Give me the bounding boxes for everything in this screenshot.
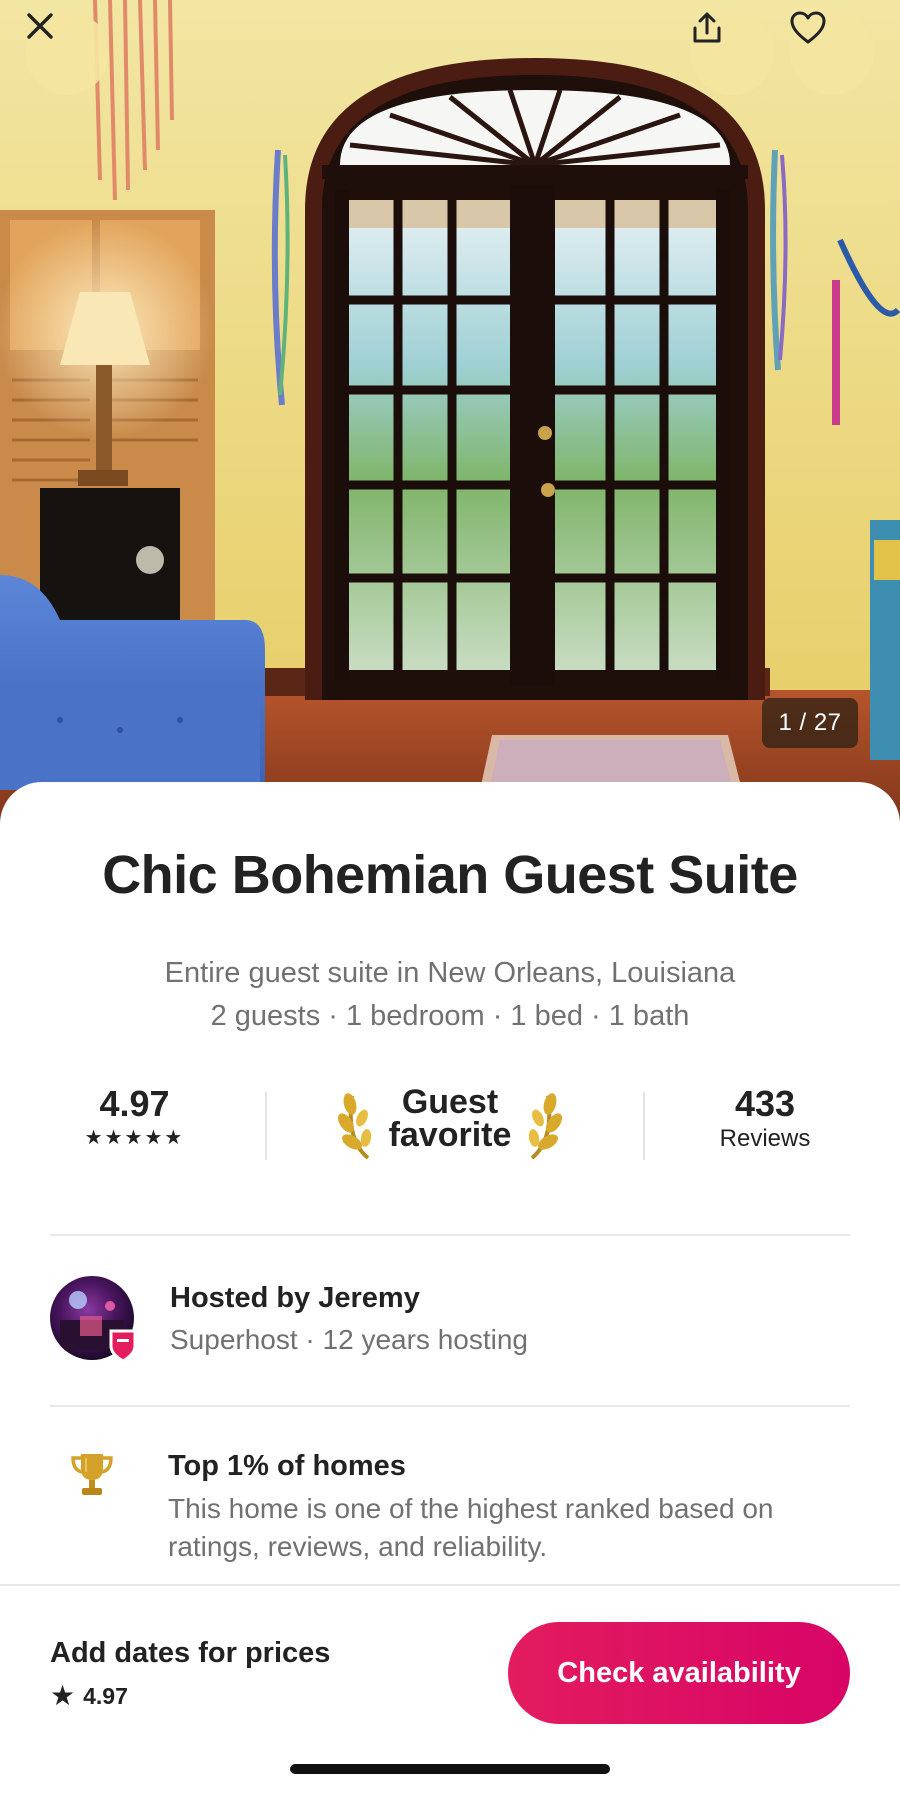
listing-location: Entire guest suite in New Orleans, Louis… — [164, 957, 736, 989]
host-name: Hosted by Jeremy — [170, 1282, 420, 1314]
guest-favorite-line1: Guest — [401, 1083, 499, 1121]
rating-stat[interactable]: 4.97 ★★★★★ — [62, 1082, 207, 1150]
check-availability-button[interactable]: Check availability — [508, 1622, 850, 1724]
section-divider — [50, 1234, 850, 1236]
close-icon — [27, 13, 53, 39]
heart-icon — [790, 11, 826, 44]
laurel-right-icon — [528, 1093, 562, 1160]
top-homes-highlight: Top 1% of homes This home is one of the … — [50, 1448, 850, 1578]
superhost-badge-icon — [109, 1329, 137, 1363]
stat-divider — [643, 1092, 645, 1160]
rating-value: 4.97 — [99, 1083, 170, 1124]
reviews-stat[interactable]: 433 Reviews — [695, 1082, 835, 1152]
listing-title: Chic Bohemian Guest Suite — [102, 845, 798, 905]
host-section[interactable]: Hosted by Jeremy Superhost · 12 years ho… — [50, 1276, 850, 1366]
star-rating-icons: ★★★★★ — [84, 1127, 185, 1149]
highlight-description: This home is one of the highest ranked b… — [168, 1493, 774, 1562]
laurel-left-icon — [338, 1093, 372, 1160]
host-meta: Superhost · 12 years hosting — [170, 1324, 528, 1355]
listing-photo[interactable]: 1 / 27 — [0, 0, 900, 830]
photo-counter: 1 / 27 — [762, 698, 858, 748]
listing-stats: 4.97 ★★★★★ Guest favorite 433 Reviews — [0, 1082, 900, 1172]
listing-subtitle: Entire guest suite in New Orleans, Louis… — [0, 952, 900, 1038]
star-icon: ★ — [50, 1680, 76, 1711]
price-prompt[interactable]: Add dates for prices — [50, 1637, 330, 1670]
share-button[interactable] — [690, 11, 774, 95]
home-indicator — [290, 1764, 610, 1774]
guest-favorite-label: Guest favorite — [380, 1083, 520, 1154]
footer-rating: ★ 4.97 — [50, 1682, 128, 1710]
trophy-icon — [71, 1454, 113, 1495]
stat-divider — [265, 1092, 267, 1160]
guest-favorite-badge[interactable]: Guest favorite — [330, 1082, 570, 1172]
reviews-count: 433 — [734, 1083, 796, 1124]
guest-favorite-line2: favorite — [388, 1116, 512, 1154]
section-divider — [50, 1405, 850, 1407]
favorite-button[interactable] — [790, 11, 874, 95]
listing-details: 2 guests · 1 bedroom · 1 bed · 1 bath — [210, 1000, 690, 1032]
highlight-title: Top 1% of homes — [168, 1450, 406, 1482]
footer-rating-value: 4.97 — [83, 1682, 128, 1709]
reviews-label: Reviews — [719, 1125, 811, 1152]
share-icon — [693, 12, 721, 43]
close-button[interactable] — [25, 11, 109, 95]
